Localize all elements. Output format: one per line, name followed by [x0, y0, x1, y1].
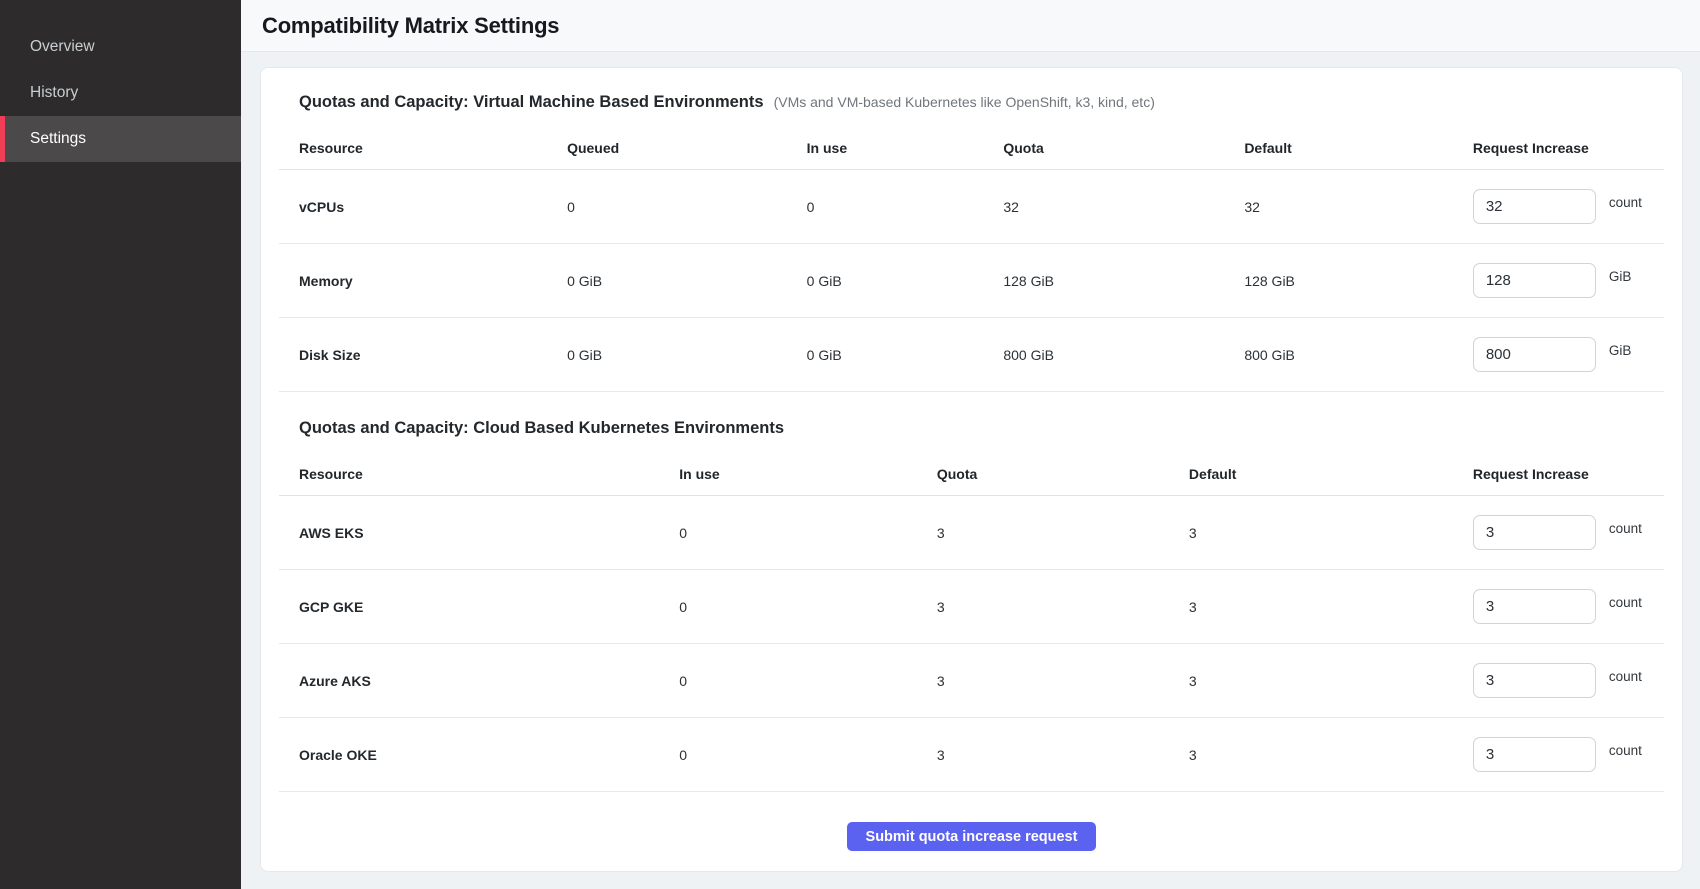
- column-header-quota: Quota: [937, 466, 1189, 482]
- cell-default: 3: [1189, 747, 1473, 763]
- vm-table-header: Resource Queued In use Quota Default Req…: [279, 126, 1664, 170]
- vm-section-header: Quotas and Capacity: Virtual Machine Bas…: [279, 90, 1664, 114]
- cell-quota: 3: [937, 673, 1189, 689]
- table-row-azure-aks: Azure AKS 0 3 3 count: [279, 644, 1664, 718]
- unit-label: count: [1609, 669, 1642, 684]
- resource-name: AWS EKS: [279, 525, 679, 541]
- card-footer: Submit quota increase request: [279, 792, 1664, 851]
- column-header-resource: Resource: [279, 140, 567, 156]
- column-header-request-increase: Request Increase: [1473, 466, 1664, 482]
- column-header-in-use: In use: [807, 140, 1004, 156]
- main-content: Compatibility Matrix Settings Quotas and…: [241, 0, 1700, 889]
- sidebar-item-overview[interactable]: Overview: [0, 24, 241, 70]
- table-row-memory: Memory 0 GiB 0 GiB 128 GiB 128 GiB GiB: [279, 244, 1664, 318]
- disk-size-request-input[interactable]: [1473, 337, 1596, 372]
- unit-label: count: [1609, 521, 1642, 536]
- cloud-section-title: Quotas and Capacity: Cloud Based Kuberne…: [299, 416, 784, 440]
- resource-name: Disk Size: [279, 347, 567, 363]
- vcpus-request-input[interactable]: [1473, 189, 1596, 224]
- cell-quota: 3: [937, 525, 1189, 541]
- unit-label: count: [1609, 743, 1642, 758]
- cell-quota: 32: [1003, 199, 1244, 215]
- cell-in-use: 0: [679, 747, 937, 763]
- request-increase-cell: count: [1473, 663, 1664, 698]
- column-header-default: Default: [1244, 140, 1473, 156]
- unit-label: count: [1609, 195, 1642, 210]
- resource-name: Memory: [279, 273, 567, 289]
- cloud-table-header: Resource In use Quota Default Request In…: [279, 452, 1664, 496]
- sidebar-item-settings[interactable]: Settings: [0, 116, 241, 162]
- cell-quota: 128 GiB: [1003, 273, 1244, 289]
- column-header-request-increase: Request Increase: [1473, 140, 1664, 156]
- submit-quota-increase-button[interactable]: Submit quota increase request: [847, 822, 1097, 851]
- column-header-queued: Queued: [567, 140, 807, 156]
- sidebar-item-label: Overview: [30, 38, 95, 56]
- cell-default: 128 GiB: [1244, 273, 1473, 289]
- oracle-oke-request-input[interactable]: [1473, 737, 1596, 772]
- cell-queued: 0 GiB: [567, 347, 807, 363]
- sidebar-item-label: History: [30, 84, 78, 102]
- cloud-section-header: Quotas and Capacity: Cloud Based Kuberne…: [279, 416, 1664, 440]
- table-row-disk-size: Disk Size 0 GiB 0 GiB 800 GiB 800 GiB Gi…: [279, 318, 1664, 392]
- request-increase-cell: GiB: [1473, 337, 1664, 372]
- resource-name: GCP GKE: [279, 599, 679, 615]
- request-increase-cell: count: [1473, 737, 1664, 772]
- cell-quota: 3: [937, 599, 1189, 615]
- table-row-gcp-gke: GCP GKE 0 3 3 count: [279, 570, 1664, 644]
- vm-section-subtitle: (VMs and VM-based Kubernetes like OpenSh…: [774, 90, 1155, 114]
- sidebar-item-label: Settings: [30, 130, 86, 148]
- request-increase-cell: GiB: [1473, 263, 1664, 298]
- cell-in-use: 0: [679, 599, 937, 615]
- cell-in-use: 0 GiB: [807, 273, 1004, 289]
- cell-default: 3: [1189, 525, 1473, 541]
- cell-quota: 3: [937, 747, 1189, 763]
- cell-quota: 800 GiB: [1003, 347, 1244, 363]
- memory-request-input[interactable]: [1473, 263, 1596, 298]
- column-header-default: Default: [1189, 466, 1473, 482]
- request-increase-cell: count: [1473, 589, 1664, 624]
- sidebar: Overview History Settings: [0, 0, 241, 889]
- cell-queued: 0: [567, 199, 807, 215]
- cell-queued: 0 GiB: [567, 273, 807, 289]
- unit-label: GiB: [1609, 343, 1632, 358]
- table-row-oracle-oke: Oracle OKE 0 3 3 count: [279, 718, 1664, 792]
- resource-name: Oracle OKE: [279, 747, 679, 763]
- vm-section-title: Quotas and Capacity: Virtual Machine Bas…: [299, 90, 764, 114]
- sidebar-item-history[interactable]: History: [0, 70, 241, 116]
- request-increase-cell: count: [1473, 189, 1664, 224]
- column-header-quota: Quota: [1003, 140, 1244, 156]
- cell-in-use: 0: [679, 525, 937, 541]
- unit-label: GiB: [1609, 269, 1632, 284]
- cell-in-use: 0: [679, 673, 937, 689]
- page-title: Compatibility Matrix Settings: [262, 13, 559, 39]
- aws-eks-request-input[interactable]: [1473, 515, 1596, 550]
- cell-default: 3: [1189, 599, 1473, 615]
- table-row-vcpus: vCPUs 0 0 32 32 count: [279, 170, 1664, 244]
- column-header-resource: Resource: [279, 466, 679, 482]
- cell-default: 3: [1189, 673, 1473, 689]
- request-increase-cell: count: [1473, 515, 1664, 550]
- gcp-gke-request-input[interactable]: [1473, 589, 1596, 624]
- resource-name: Azure AKS: [279, 673, 679, 689]
- azure-aks-request-input[interactable]: [1473, 663, 1596, 698]
- cell-default: 800 GiB: [1244, 347, 1473, 363]
- unit-label: count: [1609, 595, 1642, 610]
- page-header: Compatibility Matrix Settings: [241, 0, 1700, 52]
- cell-default: 32: [1244, 199, 1473, 215]
- cell-in-use: 0 GiB: [807, 347, 1004, 363]
- table-row-aws-eks: AWS EKS 0 3 3 count: [279, 496, 1664, 570]
- cell-in-use: 0: [807, 199, 1004, 215]
- resource-name: vCPUs: [279, 199, 567, 215]
- column-header-in-use: In use: [679, 466, 937, 482]
- settings-card: Quotas and Capacity: Virtual Machine Bas…: [260, 67, 1683, 872]
